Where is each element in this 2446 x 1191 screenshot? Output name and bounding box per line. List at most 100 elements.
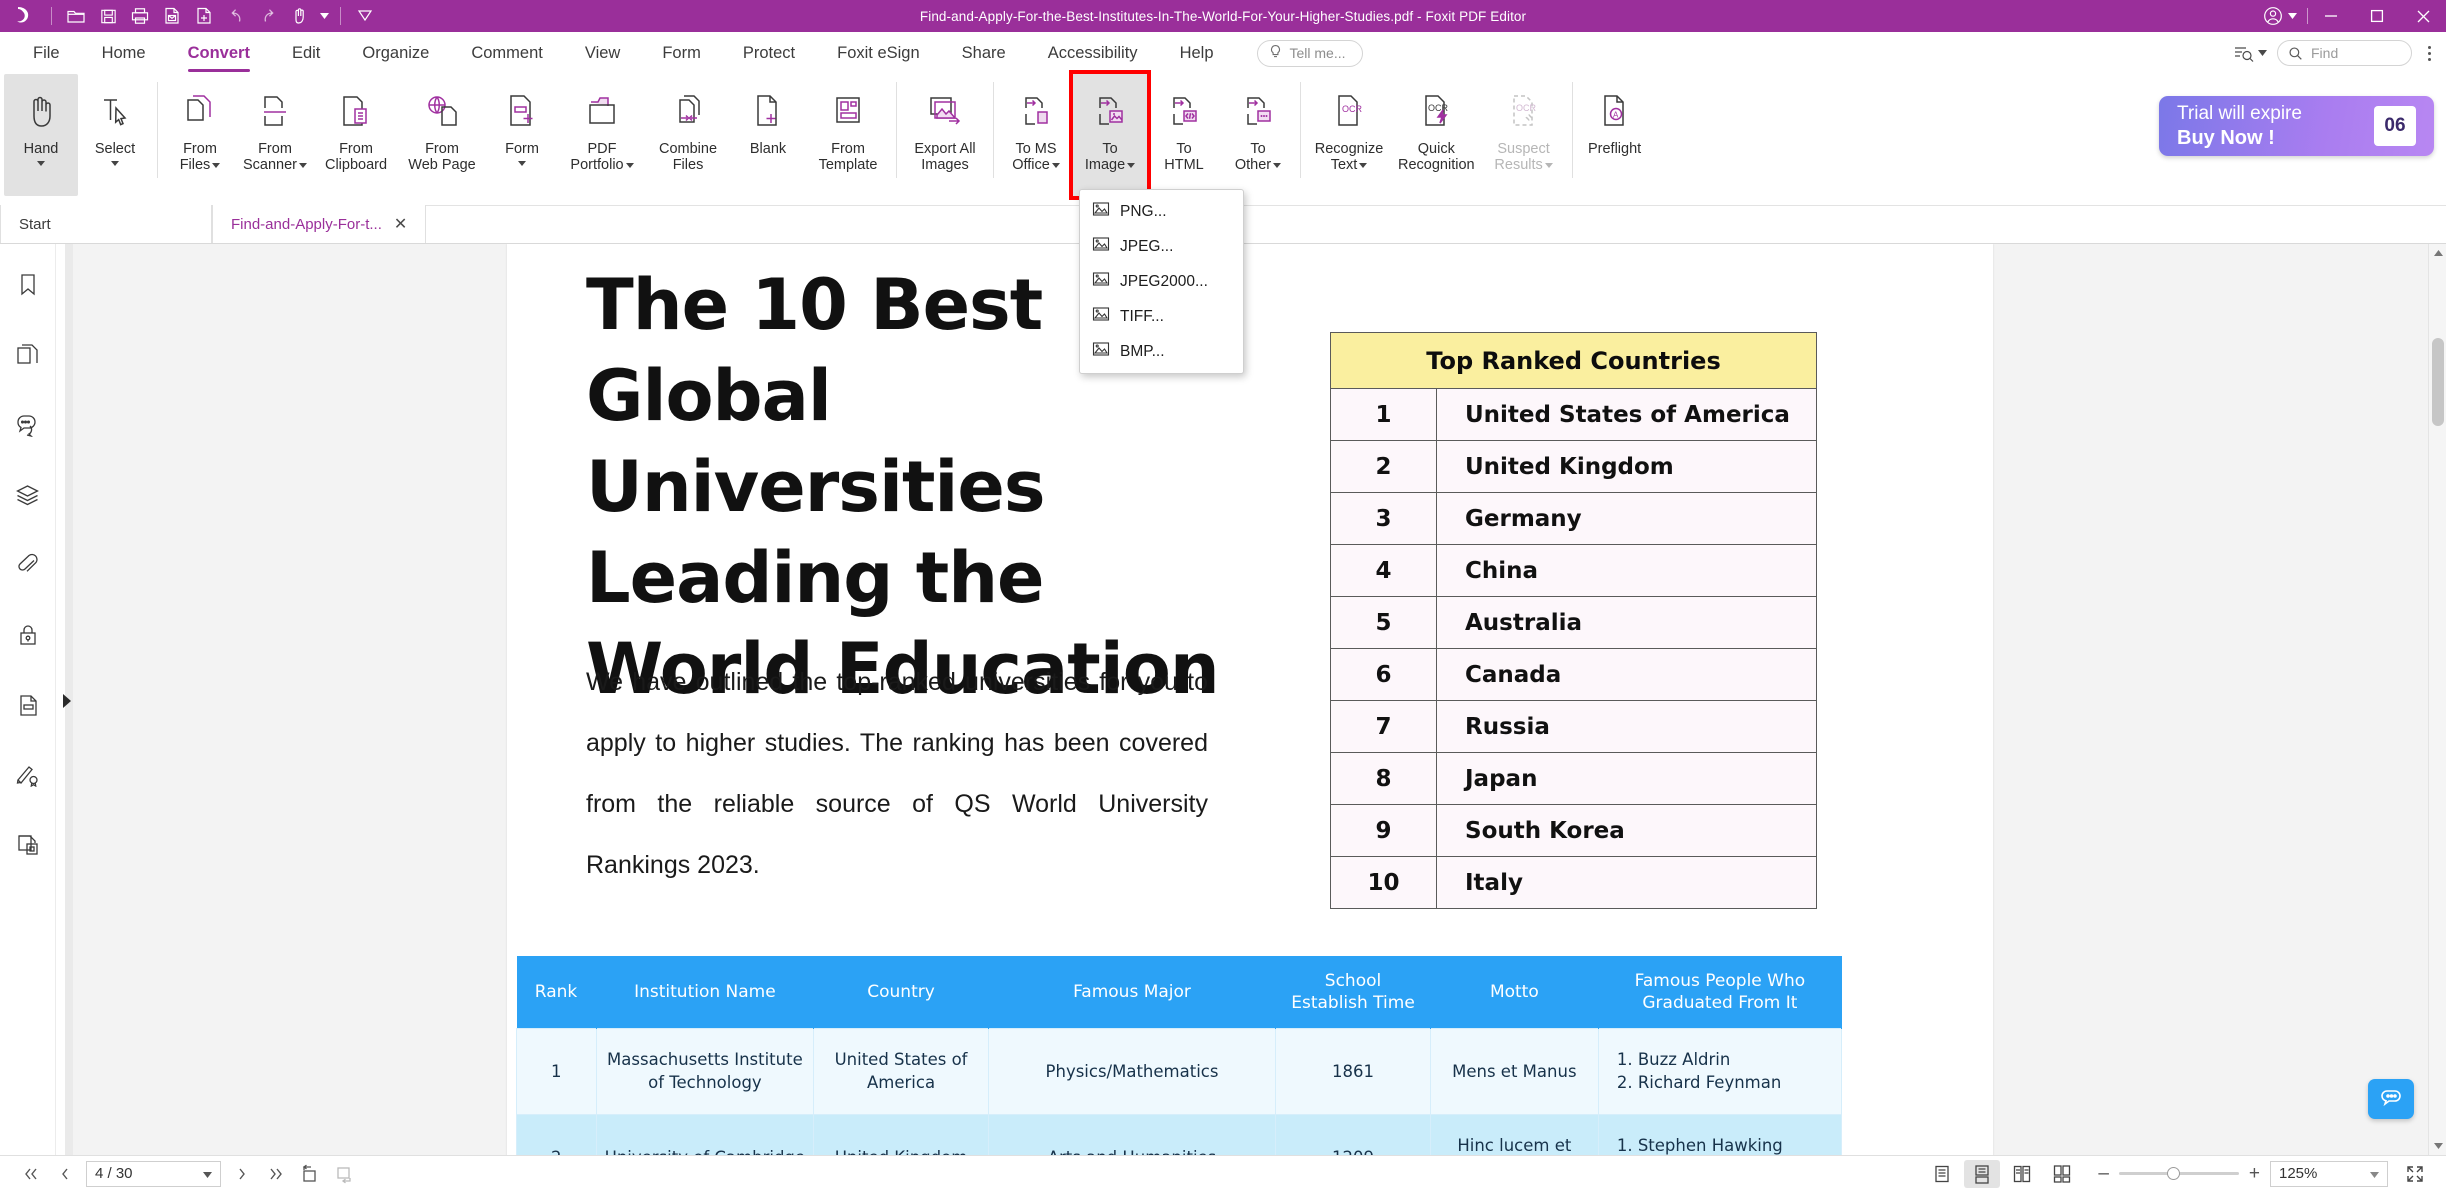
ribbon-blank-button[interactable]: Blank <box>731 74 805 196</box>
menu-file[interactable]: File <box>12 32 81 74</box>
ribbon-to-other-button[interactable]: To Other <box>1221 74 1295 196</box>
menu-item-tiff[interactable]: TIFF... <box>1080 299 1243 334</box>
continuous-view-icon[interactable] <box>1964 1159 2001 1188</box>
fullscreen-button[interactable] <box>2398 1160 2432 1188</box>
ribbon-to-html-button[interactable]: To HTML <box>1147 74 1221 196</box>
fields-icon[interactable] <box>11 690 45 720</box>
bookmarks-icon[interactable] <box>11 270 45 300</box>
zoom-in-button[interactable]: + <box>2249 1163 2260 1185</box>
menu-protect[interactable]: Protect <box>722 32 816 74</box>
menu-item-jpeg2000[interactable]: JPEG2000... <box>1080 264 1243 299</box>
last-page-button[interactable] <box>259 1160 293 1188</box>
zoom-slider[interactable] <box>2118 1165 2239 1183</box>
facing-continuous-view-icon[interactable] <box>2044 1160 2080 1188</box>
ribbon-recognize-text-button[interactable]: OCR Recognize Text <box>1306 74 1392 196</box>
previous-page-button[interactable] <box>48 1160 82 1188</box>
chevron-down-icon[interactable] <box>518 161 527 166</box>
chat-support-button[interactable] <box>2368 1079 2414 1119</box>
hand-tool-icon[interactable] <box>285 3 315 29</box>
menu-comment[interactable]: Comment <box>450 32 564 74</box>
tell-me-search[interactable]: Tell me... <box>1256 39 1363 67</box>
ribbon-to-image-button[interactable]: To Image <box>1069 70 1152 200</box>
tab-start[interactable]: Start <box>0 205 212 243</box>
rotate-left-button[interactable] <box>293 1160 327 1188</box>
menu-item-jpeg[interactable]: JPEG... <box>1080 229 1243 264</box>
ribbon-from-template-button[interactable]: From Template <box>805 74 891 196</box>
menu-organize[interactable]: Organize <box>341 32 450 74</box>
open-icon[interactable] <box>61 3 91 29</box>
ribbon-form-button[interactable]: Form <box>485 74 559 196</box>
chevron-down-icon[interactable] <box>299 162 308 168</box>
ribbon-hand-button[interactable]: Hand <box>4 74 78 196</box>
qat-caret-icon[interactable] <box>317 3 331 29</box>
ribbon-quick-recognition-button[interactable]: OCR Quick Recognition <box>1392 74 1481 196</box>
scroll-down-icon[interactable] <box>2429 1137 2446 1155</box>
menu-accessibility[interactable]: Accessibility <box>1027 32 1159 74</box>
customize-toolbar-icon[interactable] <box>350 3 380 29</box>
maximize-button[interactable] <box>2354 0 2400 32</box>
page-thumbnails-icon[interactable] <box>11 340 45 370</box>
close-icon[interactable]: ✕ <box>394 214 407 234</box>
scrollbar-thumb[interactable] <box>2432 338 2444 426</box>
chevron-down-icon[interactable] <box>1273 162 1282 168</box>
chevron-down-icon[interactable] <box>111 161 119 166</box>
menu-home[interactable]: Home <box>81 32 167 74</box>
menu-share[interactable]: Share <box>941 32 1027 74</box>
minimize-button[interactable] <box>2308 0 2354 32</box>
first-page-button[interactable] <box>14 1160 48 1188</box>
redo-icon[interactable] <box>253 3 283 29</box>
tab-document[interactable]: Find-and-Apply-For-t... ✕ <box>212 205 427 243</box>
menu-edit[interactable]: Edit <box>271 32 341 74</box>
close-button[interactable] <box>2400 0 2446 32</box>
ribbon-suspect-results-button[interactable]: OCR Suspect Results <box>1481 74 1567 196</box>
menu-convert[interactable]: Convert <box>167 32 271 74</box>
chevron-down-icon[interactable] <box>203 1165 212 1182</box>
email-icon[interactable] <box>157 3 187 29</box>
attachments-icon[interactable] <box>11 550 45 580</box>
ribbon-select-button[interactable]: Select <box>78 74 152 196</box>
expand-panel-button[interactable] <box>60 690 74 712</box>
scroll-up-icon[interactable] <box>2429 244 2446 262</box>
zoom-out-button[interactable]: – <box>2098 1163 2109 1185</box>
menu-view[interactable]: View <box>564 32 641 74</box>
more-options-icon[interactable] <box>2418 45 2440 61</box>
chevron-down-icon[interactable] <box>1544 162 1553 168</box>
ribbon-export-all-images-button[interactable]: Export All Images <box>902 74 988 196</box>
signatures-icon[interactable] <box>11 760 45 790</box>
menu-item-bmp[interactable]: BMP... <box>1080 334 1243 369</box>
ribbon-combine-files-button[interactable]: Combine Files <box>645 74 731 196</box>
chevron-down-icon[interactable] <box>1051 162 1060 168</box>
comments-icon[interactable] <box>11 410 45 440</box>
security-icon[interactable] <box>11 620 45 650</box>
ribbon-to-ms-office-button[interactable]: To MS Office <box>999 74 1073 196</box>
undo-icon[interactable] <box>221 3 251 29</box>
layers-icon[interactable] <box>11 480 45 510</box>
chevron-down-icon[interactable] <box>212 162 221 168</box>
menu-item-png[interactable]: PNG... <box>1080 194 1243 229</box>
create-pdf-icon[interactable] <box>189 3 219 29</box>
trial-banner[interactable]: Trial will expire Buy Now ! 06 <box>2159 96 2434 156</box>
chevron-down-icon[interactable] <box>1359 162 1368 168</box>
single-page-view-icon[interactable] <box>1924 1160 1960 1188</box>
facing-view-icon[interactable] <box>2004 1160 2040 1188</box>
ribbon-from-scanner-button[interactable]: From Scanner <box>237 74 313 196</box>
chevron-down-icon[interactable] <box>625 162 634 168</box>
next-page-button[interactable] <box>225 1160 259 1188</box>
document-viewport[interactable]: The 10 Best Global Universities Leading … <box>73 244 2428 1155</box>
to-image-dropdown-menu[interactable]: PNG... JPEG... JPEG2000... TIFF... BMP..… <box>1079 189 1244 374</box>
ribbon-from-clipboard-button[interactable]: From Clipboard <box>313 74 399 196</box>
ribbon-preflight-button[interactable]: A Preflight <box>1578 74 1652 196</box>
ribbon-from-files-button[interactable]: From Files <box>163 74 237 196</box>
print-icon[interactable] <box>125 3 155 29</box>
stamps-icon[interactable] <box>11 830 45 860</box>
page-number-input[interactable]: 4 / 30 <box>86 1160 221 1187</box>
save-icon[interactable] <box>93 3 123 29</box>
find-input[interactable]: Find <box>2277 40 2412 66</box>
chevron-down-icon[interactable] <box>2370 1165 2379 1182</box>
vertical-scrollbar[interactable] <box>2428 244 2446 1155</box>
rotate-right-button[interactable] <box>327 1160 361 1188</box>
zoom-slider-knob[interactable] <box>2166 1167 2180 1180</box>
menu-foxit-esign[interactable]: Foxit eSign <box>816 32 941 74</box>
menu-form[interactable]: Form <box>641 32 722 74</box>
chevron-down-icon[interactable] <box>36 161 45 166</box>
